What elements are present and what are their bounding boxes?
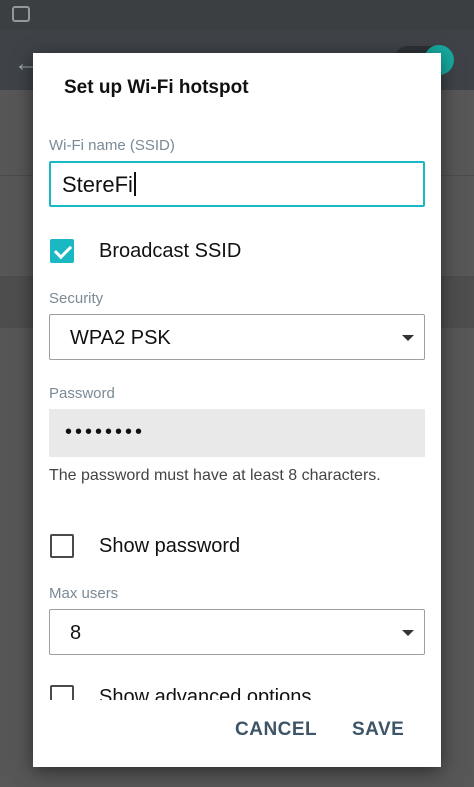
max-users-value: 8 xyxy=(70,622,82,644)
max-users-label: Max users xyxy=(49,585,119,602)
ssid-input[interactable]: StereFi xyxy=(49,161,425,207)
security-select[interactable]: WPA2 PSK xyxy=(49,314,425,360)
password-value: •••••••• xyxy=(65,421,146,443)
password-input[interactable]: •••••••• xyxy=(49,409,425,457)
max-users-select[interactable]: 8 xyxy=(49,609,425,655)
password-label: Password xyxy=(49,385,115,402)
dropdown-arrow-icon xyxy=(402,630,414,636)
broadcast-ssid-checkbox[interactable] xyxy=(50,239,74,263)
notification-icon xyxy=(12,6,30,22)
text-cursor xyxy=(133,172,136,196)
show-password-checkbox[interactable] xyxy=(50,534,74,558)
save-button[interactable]: SAVE xyxy=(352,719,404,741)
ssid-value: StereFi xyxy=(62,172,133,197)
advanced-options-label[interactable]: Show advanced options xyxy=(99,686,311,700)
wifi-hotspot-dialog: Set up Wi-Fi hotspot Wi-Fi name (SSID) S… xyxy=(33,53,441,767)
dialog-actions: CANCEL SAVE xyxy=(33,699,441,767)
password-hint: The password must have at least 8 charac… xyxy=(49,467,381,484)
ssid-label: Wi-Fi name (SSID) xyxy=(49,137,175,154)
dropdown-arrow-icon xyxy=(402,335,414,341)
dialog-scroll-area[interactable]: Wi-Fi name (SSID) StereFi Broadcast SSID… xyxy=(33,128,441,700)
security-label: Security xyxy=(49,290,104,307)
security-value: WPA2 PSK xyxy=(70,327,171,349)
advanced-options-checkbox[interactable] xyxy=(50,685,74,700)
show-password-label[interactable]: Show password xyxy=(99,535,240,558)
broadcast-ssid-label[interactable]: Broadcast SSID xyxy=(99,240,241,263)
dialog-title: Set up Wi-Fi hotspot xyxy=(64,77,249,98)
status-bar xyxy=(0,0,474,30)
cancel-button[interactable]: CANCEL xyxy=(235,719,317,741)
